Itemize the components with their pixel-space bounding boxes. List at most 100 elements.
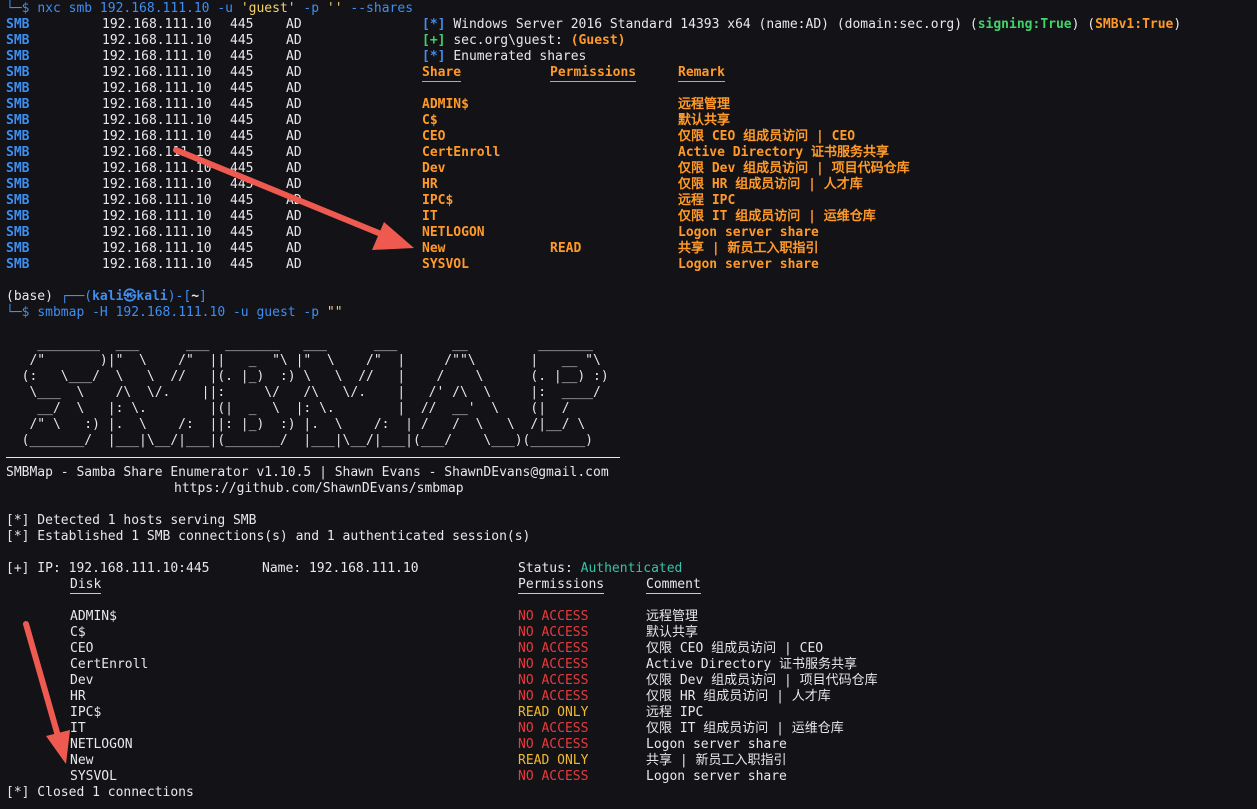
closed-line: [*] Closed 1 connections (6, 785, 194, 800)
smbmap-permission: NO ACCESS (518, 737, 589, 752)
empty-pass-arg: "" (326, 305, 343, 320)
pass-arg: '' (326, 1, 343, 16)
smbmap-disk-name: C$ (70, 625, 86, 640)
smb-port: 445 (230, 65, 254, 80)
banner-line: (: \___/ \ \ // |(. |_) :) \ \ // | / \ … (6, 369, 609, 384)
nxc-share-name: IT (422, 209, 438, 224)
disk-header: Disk (70, 577, 102, 594)
nxc-header-permissions: Permissions (550, 65, 637, 82)
status-line: Status: Authenticated (518, 561, 682, 577)
smb-proto: SMB (6, 225, 30, 240)
smb-proto: SMB (6, 81, 30, 96)
smb-ip: 192.168.111.10 (102, 129, 212, 144)
nxc-share-remark: 仅限 Dev 组成员访问 | 项目代码仓库 (678, 161, 910, 176)
comment-header: Comment (646, 577, 701, 594)
nxc-share-name: SYSVOL (422, 257, 469, 272)
detected-line: [*] Detected 1 hosts serving SMB (6, 513, 257, 528)
smbmap-permission: NO ACCESS (518, 769, 589, 784)
info-tag: [*] (422, 17, 446, 32)
smb-proto: SMB (6, 97, 30, 112)
smb-port: 445 (230, 145, 254, 160)
smb-proto: SMB (6, 65, 30, 80)
ip-line: [+] IP: 192.168.111.10:445 (6, 561, 210, 576)
smbmap-disk-name: CertEnroll (70, 657, 149, 672)
smbmap-comment: 远程 IPC (646, 705, 704, 720)
conda-env: (base) (6, 289, 61, 304)
smb-port: 445 (230, 17, 254, 32)
smb-proto: SMB (6, 33, 30, 48)
smb-host: AD (286, 97, 302, 112)
smbmap-url: https://github.com/ShawnDEvans/smbmap (174, 481, 464, 496)
smbmap-comment: 共享 | 新员工入职指引 (646, 753, 787, 768)
prompt-arrow: └─$ (6, 1, 38, 16)
banner-line: \___ \ /\ \/. ||: \/ /\ \/. | /' /\ \ |:… (6, 385, 601, 400)
nxc-enum-line: [*] Enumerated shares (422, 49, 586, 65)
name-line: Name: 192.168.111.10 (262, 561, 419, 576)
smb-port: 445 (230, 257, 254, 272)
shares-flag: --shares (342, 1, 414, 16)
nxc-share-name: HR (422, 177, 438, 192)
smbmap-comment: Logon server share (646, 769, 787, 784)
smbmap-command: smbmap -H 192.168.111.10 -u guest -p (37, 305, 327, 320)
nxc-share-remark: 默认共享 (678, 113, 731, 128)
nxc-share-remark: 共享 | 新员工入职指引 (678, 241, 819, 256)
smbmap-permission: NO ACCESS (518, 657, 589, 672)
smbmap-permission: NO ACCESS (518, 673, 589, 688)
smbv1-status: SMBv1:True (1095, 17, 1174, 32)
smb-ip: 192.168.111.10 (102, 257, 212, 272)
smbmap-permission: READ ONLY (518, 753, 589, 768)
smb-proto: SMB (6, 241, 30, 256)
success-tag: [+] (422, 33, 446, 48)
smb-proto: SMB (6, 129, 30, 144)
smb-ip: 192.168.111.10 (102, 81, 212, 96)
smb-host: AD (286, 17, 302, 32)
smbmap-comment: 默认共享 (646, 625, 699, 640)
prompt-arrow: └─$ (6, 305, 38, 320)
smb-port: 445 (230, 241, 254, 256)
smbmap-permission: READ ONLY (518, 705, 589, 720)
signing-status: signing:True (977, 17, 1072, 32)
perm-header: Permissions (550, 65, 637, 82)
established-line: [*] Established 1 SMB connections(s) and… (6, 529, 531, 544)
smbmap-permission: NO ACCESS (518, 625, 589, 640)
nxc-command-line: └─$ nxc smb 192.168.111.10 -u 'guest' -p… (6, 1, 413, 17)
guest-badge: (Guest) (570, 33, 626, 48)
prompt-line: (base) ┌──(kali㉿kali)-[~] (6, 289, 207, 305)
smb-host: AD (286, 225, 302, 240)
login-text: sec.org\guest: (453, 33, 571, 48)
smb-proto: SMB (6, 113, 30, 128)
nxc-share-remark: 远程管理 (678, 97, 731, 112)
smb-host: AD (286, 257, 302, 272)
smb-proto: SMB (6, 209, 30, 224)
close-paren: ) (1173, 17, 1182, 32)
smb-port: 445 (230, 33, 254, 48)
smb-ip: 192.168.111.10 (102, 97, 212, 112)
smb-ip: 192.168.111.10 (102, 49, 212, 64)
smb-host: AD (286, 177, 302, 192)
nxc-share-name: IPC$ (422, 193, 454, 208)
smb-port: 445 (230, 209, 254, 224)
nxc-share-remark: 仅限 CEO 组成员访问 | CEO (678, 129, 856, 144)
nxc-header-remark: Remark (678, 65, 725, 82)
smbmap-ascii-banner: ________ ___ ___ _______ ___ ___ __ ____… (6, 337, 609, 449)
smbmap-command-line: └─$ smbmap -H 192.168.111.10 -u guest -p… (6, 305, 343, 321)
smb-port: 445 (230, 161, 254, 176)
smb-host: AD (286, 129, 302, 144)
smbmap-header-disk: Disk (70, 577, 102, 594)
smbmap-title: SMBMap - Samba Share Enumerator v1.10.5 … (6, 465, 609, 480)
smb-host: AD (286, 161, 302, 176)
banner-line: __/ \ |: \. |(| _ \ |: \. | // __' \ (| … (6, 401, 570, 416)
smb-proto: SMB (6, 193, 30, 208)
smb-proto: SMB (6, 161, 30, 176)
smb-host: AD (286, 33, 302, 48)
banner-line: (_______/ |___|\__/|___|(_______/ |___|\… (6, 433, 593, 448)
smb-ip: 192.168.111.10 (102, 225, 212, 240)
smb-host: AD (286, 241, 302, 256)
smb-host: AD (286, 65, 302, 80)
enum-text: Enumerated shares (453, 49, 587, 64)
smb-ip: 192.168.111.10 (102, 241, 212, 256)
smb-ip: 192.168.111.10 (102, 145, 212, 160)
share-header: Share (422, 65, 462, 82)
smbmap-disk-name: HR (70, 689, 86, 704)
terminal-window[interactable]: └─$ nxc smb 192.168.111.10 -u 'guest' -p… (0, 0, 1257, 809)
